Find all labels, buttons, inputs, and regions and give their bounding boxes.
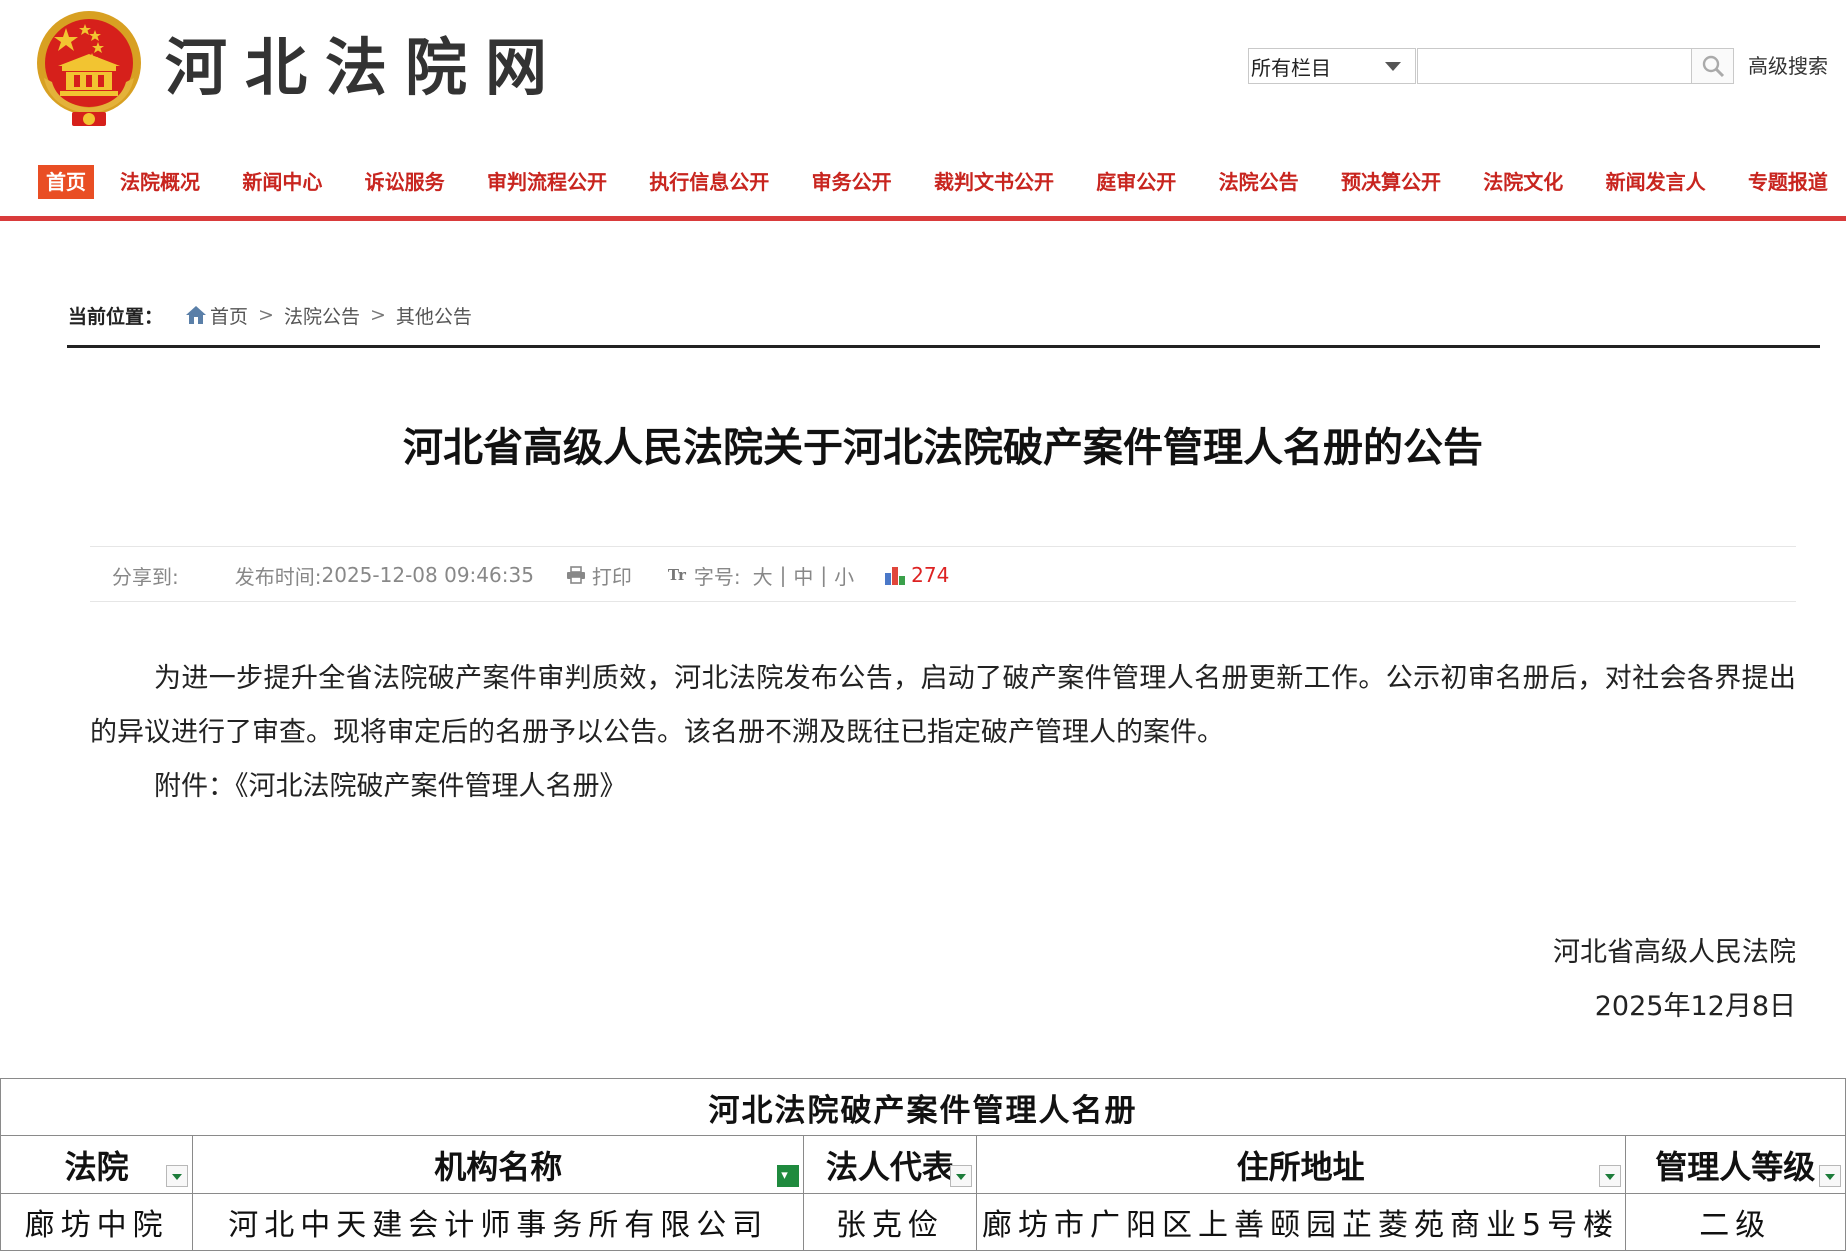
publish-label: 发布时间: — [234, 564, 322, 589]
nav-item[interactable]: 法院文化 — [1483, 165, 1563, 199]
search-scope-value: 所有栏目 — [1251, 55, 1331, 80]
filter-dropdown-icon[interactable] — [1598, 1165, 1621, 1187]
main-nav: 首页 法院概况 新闻中心 诉讼服务 审判流程公开 执行信息公开 审务公开 裁判文书公开 庭审公开… — [38, 162, 1828, 202]
share-label: 分享到: — [112, 564, 179, 589]
publish-time: 2025-12-08 09:46:35 — [321, 563, 534, 587]
table-cell: 廊坊中院 — [0, 1193, 194, 1251]
meta-divider-top — [90, 546, 1796, 547]
roster-column-header: 管理人等级 — [1624, 1135, 1846, 1194]
attachment-label: 附件： — [154, 771, 235, 802]
view-count: 274 — [911, 563, 950, 587]
breadcrumb: 当前位置： 首页 > 法院公告 > 其他公告 — [68, 300, 472, 330]
breadcrumb-separator: > — [258, 304, 274, 326]
signature: 河北省高级人民法院 2025年12月8日 — [1553, 926, 1796, 1034]
table-cell: 二级 — [1624, 1193, 1846, 1251]
nav-item[interactable]: 诉讼服务 — [365, 165, 445, 199]
nav-item[interactable]: 裁判文书公开 — [934, 165, 1054, 199]
signature-org: 河北省高级人民法院 — [1553, 937, 1796, 968]
table-cell: 张克俭 — [803, 1193, 977, 1251]
column-label: 住所地址 — [1236, 1147, 1365, 1186]
table-cell: 廊坊市广阳区上善颐园芷菱苑商业5号楼 — [975, 1193, 1626, 1251]
nav-item[interactable]: 执行信息公开 — [649, 165, 769, 199]
table-cell: 河北中天建会计师事务所有限公司 — [192, 1193, 805, 1251]
print-button[interactable]: 打印 — [592, 561, 632, 590]
nav-item[interactable]: 新闻发言人 — [1606, 165, 1706, 199]
filter-active-icon[interactable]: ▾ — [777, 1165, 800, 1187]
attachment-link[interactable]: 《河北法院破产案件管理人名册》 — [235, 771, 627, 802]
font-size-large[interactable]: 大 — [753, 561, 773, 590]
font-size-small[interactable]: 小 — [834, 561, 854, 590]
nav-item[interactable]: 首页 — [38, 165, 94, 199]
table-row: 廊坊中院 河北中天建会计师事务所有限公司 张克俭 廊坊市广阳区上善颐园芷菱苑商业5号楼… — [0, 1193, 1846, 1251]
search-button[interactable] — [1692, 48, 1734, 84]
article-paragraph: 为进一步提升全省法院破产案件审判质效，河北法院发布公告，启动了破产案件管理人名册… — [90, 663, 1796, 748]
print-icon[interactable] — [566, 566, 586, 584]
breadcrumb-divider — [67, 345, 1820, 348]
breadcrumb-home[interactable]: 首页 — [210, 302, 248, 329]
nav-item[interactable]: 庭审公开 — [1096, 165, 1176, 199]
nav-item[interactable]: 法院概况 — [120, 165, 200, 199]
font-size-separator: | — [820, 563, 828, 587]
filter-dropdown-icon[interactable] — [949, 1165, 972, 1187]
nav-item[interactable]: 预决算公开 — [1341, 165, 1441, 199]
font-size-label: 字号: — [693, 564, 741, 589]
nav-divider — [0, 216, 1846, 221]
breadcrumb-other-notices[interactable]: 其他公告 — [396, 302, 472, 329]
advanced-search-link[interactable]: 高级搜索 — [1748, 50, 1828, 82]
font-size-medium[interactable]: 中 — [793, 561, 813, 590]
nav-item[interactable]: 专题报道 — [1748, 165, 1828, 199]
signature-date: 2025年12月8日 — [1594, 991, 1796, 1022]
meta-divider-bottom — [90, 601, 1796, 602]
bar-chart-icon — [885, 567, 906, 585]
roster-column-header: 机构名称 ▾ — [192, 1135, 805, 1194]
roster-header-row: 法院 机构名称 ▾ 法人代表 住所地址 管理人等级 — [0, 1135, 1846, 1194]
breadcrumb-separator: > — [369, 304, 386, 326]
filter-dropdown-icon[interactable] — [166, 1165, 189, 1187]
attachment-line: 附件：《河北法院破产案件管理人名册》 — [90, 760, 1796, 814]
column-label: 管理人等级 — [1655, 1147, 1816, 1186]
font-size-separator: | — [779, 563, 787, 587]
search-scope-select[interactable]: 所有栏目 — [1248, 48, 1416, 84]
article-meta-bar: 分享到: 发布时间: 2025-12-08 09:46:35 打印 Tr 字号:… — [112, 560, 949, 590]
nav-item[interactable]: 新闻中心 — [242, 165, 322, 199]
column-label: 法人代表 — [825, 1147, 954, 1186]
roster-table: 河北法院破产案件管理人名册 法院 机构名称 ▾ 法人代表 住所地址 管理人等级 廊坊中院河… — [0, 1078, 1846, 1251]
roster-caption: 河北法院破产案件管理人名册 — [0, 1078, 1846, 1136]
filter-dropdown-icon[interactable] — [1819, 1165, 1841, 1187]
roster-column-header: 法院 — [0, 1135, 194, 1194]
site-title: 河北法院网 — [165, 31, 566, 104]
column-label: 机构名称 — [434, 1147, 563, 1186]
article-title: 河北省高级人民法院关于河北法院破产案件管理人名册的公告 — [403, 425, 1483, 471]
search-icon — [1702, 55, 1724, 78]
column-label: 法院 — [64, 1147, 129, 1186]
nav-item[interactable]: 法院公告 — [1219, 165, 1299, 199]
home-icon[interactable] — [185, 305, 207, 325]
national-emblem-icon[interactable] — [30, 8, 148, 132]
nav-item[interactable]: 审务公开 — [812, 165, 892, 199]
chevron-down-icon — [1385, 61, 1401, 71]
roster-column-header: 法人代表 — [803, 1135, 977, 1194]
breadcrumb-court-notices[interactable]: 法院公告 — [284, 302, 360, 329]
nav-item[interactable]: 审判流程公开 — [487, 165, 607, 199]
roster-column-header: 住所地址 — [975, 1135, 1626, 1194]
search-input[interactable] — [1417, 48, 1692, 84]
breadcrumb-label: 当前位置： — [68, 305, 164, 328]
font-size-icon: Tr — [667, 566, 686, 584]
